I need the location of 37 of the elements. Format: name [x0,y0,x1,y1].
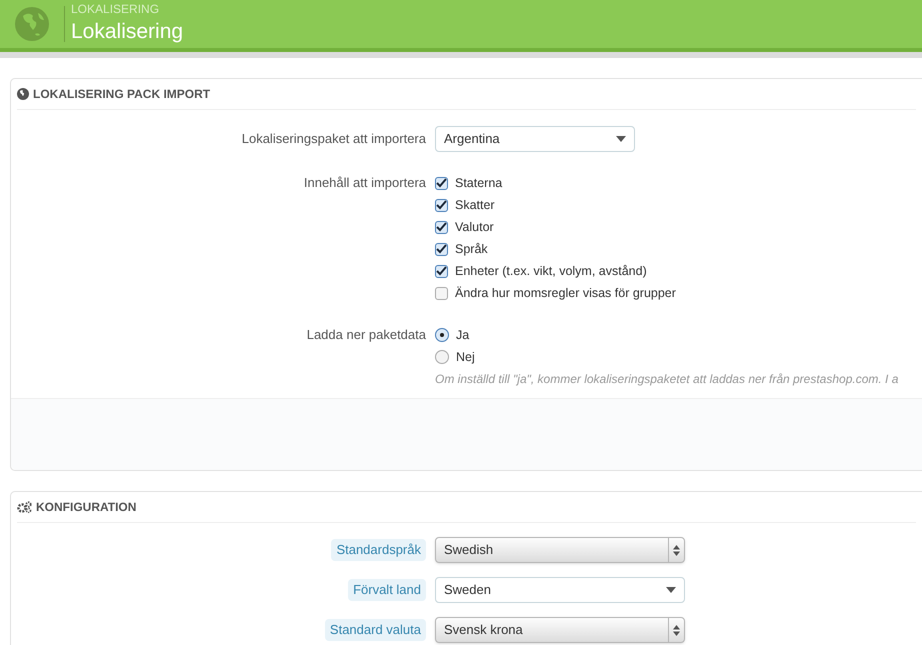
checkbox-label: Staterna [455,174,502,192]
checkbox[interactable] [435,198,448,212]
field-label: Standard valuta [324,619,426,641]
caret-icon [666,587,676,593]
field-label: Förvalt land [348,579,426,601]
radio-label: Nej [456,348,475,366]
panel-title: LOKALISERING PACK IMPORT [33,86,210,103]
checkbox[interactable] [435,176,448,190]
page-title: Lokalisering [71,18,184,45]
globe-icon [17,88,29,100]
field-label: Ladda ner paketdata [306,326,427,344]
caret-icon [616,136,626,142]
radio-label: Ja [456,326,470,344]
select-field[interactable]: Argentina [435,126,635,152]
globe-icon [14,6,50,42]
up-down-arrows-icon [673,544,680,556]
select-field[interactable]: Sweden [435,577,685,603]
checkbox-label: Valutor [455,218,494,236]
checkbox-label: Språk [455,240,488,258]
up-down-arrows-icon [673,624,680,636]
radio-button[interactable] [435,328,449,342]
checkbox[interactable] [435,220,448,234]
field-label: Innehåll att importera [302,174,427,192]
select-field[interactable]: Svensk krona [435,617,685,643]
checkbox[interactable] [435,242,448,256]
checkbox[interactable] [435,286,448,300]
checkbox[interactable] [435,264,448,278]
checkbox-label: Skatter [455,196,495,214]
checkbox-label: Enheter (t.ex. vikt, volym, avstånd) [455,262,647,280]
breadcrumb: LOKALISERING [71,2,160,15]
radio-button[interactable] [435,350,449,364]
field-label: Standardspråk [331,539,426,561]
panel-title: KONFIGURATION [36,499,136,516]
help-text: Om inställd till "ja", kommer lokaliseringspaketet att laddas ner från prestashop.com. I a [435,371,898,388]
select-field[interactable]: Swedish [435,537,685,563]
checkbox-label: Ändra hur momsregler visas för grupper [455,284,676,302]
field-label: Lokaliseringspaket att importera [240,130,427,148]
